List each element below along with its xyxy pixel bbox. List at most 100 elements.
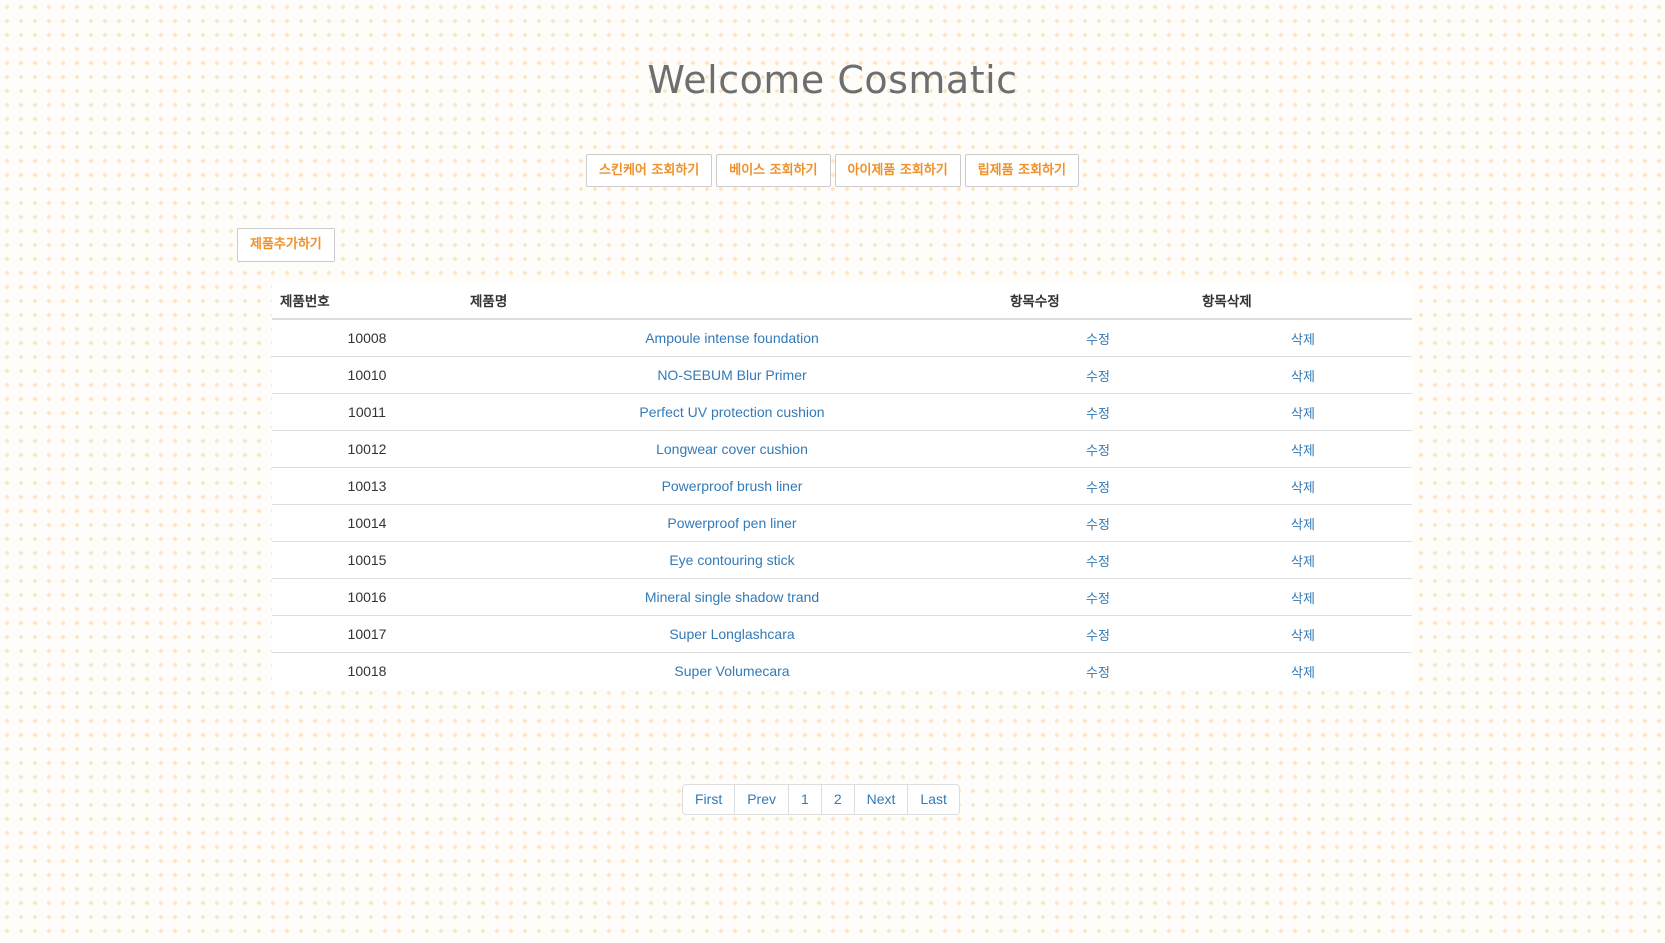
delete-cell: 삭제 <box>1194 541 1412 579</box>
pagination-page-2[interactable]: 2 <box>820 785 854 814</box>
edit-link[interactable]: 수정 <box>1086 407 1110 422</box>
product-name-cell: Perfect UV protection cushion <box>462 393 1002 431</box>
delete-link[interactable]: 삭제 <box>1291 481 1315 496</box>
delete-link[interactable]: 삭제 <box>1291 592 1315 607</box>
product-name-link[interactable]: Perfect UV protection cushion <box>639 404 824 420</box>
edit-link[interactable]: 수정 <box>1086 333 1110 348</box>
product-name-link[interactable]: Eye contouring stick <box>669 552 794 568</box>
table-row: 10015 Eye contouring stick 수정 삭제 <box>272 541 1412 579</box>
edit-link[interactable]: 수정 <box>1086 555 1110 570</box>
edit-cell: 수정 <box>1002 319 1194 357</box>
product-id-cell: 10017 <box>272 615 462 653</box>
table-header-row: 제품번호 제품명 항목수정 항목삭제 <box>272 282 1412 320</box>
table-row: 10008 Ampoule intense foundation 수정 삭제 <box>272 319 1412 357</box>
edit-cell: 수정 <box>1002 541 1194 579</box>
delete-link[interactable]: 삭제 <box>1291 370 1315 385</box>
product-id-cell: 10012 <box>272 430 462 468</box>
product-name-cell: NO-SEBUM Blur Primer <box>462 356 1002 394</box>
product-id-cell: 10014 <box>272 504 462 542</box>
table-row: 10012 Longwear cover cushion 수정 삭제 <box>272 430 1412 468</box>
table-row: 10013 Powerproof brush liner 수정 삭제 <box>272 467 1412 505</box>
product-id-cell: 10011 <box>272 393 462 431</box>
table-row: 10018 Super Volumecara 수정 삭제 <box>272 652 1412 689</box>
edit-link[interactable]: 수정 <box>1086 370 1110 385</box>
product-name-link[interactable]: Powerproof pen liner <box>667 515 796 531</box>
category-nav: 스킨케어 조회하기 베이스 조회하기 아이제품 조회하기 립제품 조회하기 <box>0 154 1665 187</box>
delete-link[interactable]: 삭제 <box>1291 518 1315 533</box>
pagination-prev[interactable]: Prev <box>734 785 788 814</box>
product-name-cell: Super Longlashcara <box>462 615 1002 653</box>
delete-cell: 삭제 <box>1194 430 1412 468</box>
delete-cell: 삭제 <box>1194 504 1412 542</box>
table-row: 10017 Super Longlashcara 수정 삭제 <box>272 615 1412 653</box>
delete-link[interactable]: 삭제 <box>1291 333 1315 348</box>
product-name-cell: Mineral single shadow trand <box>462 578 1002 616</box>
delete-link[interactable]: 삭제 <box>1291 555 1315 570</box>
pagination-page-1[interactable]: 1 <box>788 785 821 814</box>
table-row: 10011 Perfect UV protection cushion 수정 삭제 <box>272 393 1412 431</box>
edit-link[interactable]: 수정 <box>1086 629 1110 644</box>
edit-cell: 수정 <box>1002 393 1194 431</box>
edit-cell: 수정 <box>1002 615 1194 653</box>
product-name-link[interactable]: NO-SEBUM Blur Primer <box>657 367 806 383</box>
delete-link[interactable]: 삭제 <box>1291 444 1315 459</box>
skincare-view-button[interactable]: 스킨케어 조회하기 <box>586 154 713 187</box>
edit-link[interactable]: 수정 <box>1086 518 1110 533</box>
table-row: 10016 Mineral single shadow trand 수정 삭제 <box>272 578 1412 616</box>
edit-link[interactable]: 수정 <box>1086 666 1110 681</box>
column-header-delete: 항목삭제 <box>1194 282 1412 320</box>
table-body: 10008 Ampoule intense foundation 수정 삭제 10010… <box>272 319 1412 689</box>
product-id-cell: 10016 <box>272 578 462 616</box>
product-name-link[interactable]: Super Volumecara <box>674 663 789 679</box>
edit-cell: 수정 <box>1002 356 1194 394</box>
delete-link[interactable]: 삭제 <box>1291 666 1315 681</box>
pagination: First Prev 1 2 Next Last <box>682 784 960 815</box>
product-name-link[interactable]: Ampoule intense foundation <box>645 330 819 346</box>
add-product-button[interactable]: 제품추가하기 <box>237 228 335 262</box>
product-name-cell: Powerproof brush liner <box>462 467 1002 505</box>
product-name-cell: Super Volumecara <box>462 652 1002 689</box>
product-name-link[interactable]: Longwear cover cushion <box>656 441 808 457</box>
eye-products-view-button[interactable]: 아이제품 조회하기 <box>834 154 961 187</box>
pagination-first[interactable]: First <box>683 785 734 814</box>
delete-cell: 삭제 <box>1194 578 1412 616</box>
product-table-container: 제품번호 제품명 항목수정 항목삭제 10008 Ampoule intense … <box>272 282 1412 689</box>
edit-cell: 수정 <box>1002 467 1194 505</box>
product-name-link[interactable]: Powerproof brush liner <box>662 478 803 494</box>
product-name-cell: Eye contouring stick <box>462 541 1002 579</box>
product-name-link[interactable]: Mineral single shadow trand <box>645 589 819 605</box>
edit-cell: 수정 <box>1002 578 1194 616</box>
delete-cell: 삭제 <box>1194 615 1412 653</box>
delete-cell: 삭제 <box>1194 652 1412 689</box>
product-name-cell: Ampoule intense foundation <box>462 319 1002 357</box>
product-name-cell: Powerproof pen liner <box>462 504 1002 542</box>
product-id-cell: 10015 <box>272 541 462 579</box>
page-title: Welcome Cosmatic <box>647 58 1018 102</box>
delete-cell: 삭제 <box>1194 319 1412 357</box>
product-id-cell: 10018 <box>272 652 462 689</box>
column-header-product-name: 제품명 <box>462 282 1002 320</box>
edit-cell: 수정 <box>1002 430 1194 468</box>
edit-link[interactable]: 수정 <box>1086 444 1110 459</box>
edit-link[interactable]: 수정 <box>1086 481 1110 496</box>
pagination-next[interactable]: Next <box>853 785 908 814</box>
table-row: 10014 Powerproof pen liner 수정 삭제 <box>272 504 1412 542</box>
product-table: 제품번호 제품명 항목수정 항목삭제 10008 Ampoule intense … <box>272 282 1412 689</box>
column-header-product-id: 제품번호 <box>272 282 462 320</box>
product-id-cell: 10013 <box>272 467 462 505</box>
delete-link[interactable]: 삭제 <box>1291 407 1315 422</box>
delete-cell: 삭제 <box>1194 356 1412 394</box>
delete-cell: 삭제 <box>1194 467 1412 505</box>
lip-products-view-button[interactable]: 립제품 조회하기 <box>964 154 1079 187</box>
product-id-cell: 10008 <box>347 330 387 346</box>
delete-link[interactable]: 삭제 <box>1291 629 1315 644</box>
base-view-button[interactable]: 베이스 조회하기 <box>716 154 831 187</box>
edit-cell: 수정 <box>1002 504 1194 542</box>
pagination-last[interactable]: Last <box>907 785 958 814</box>
product-name-link[interactable]: Super Longlashcara <box>669 626 794 642</box>
column-header-edit: 항목수정 <box>1002 282 1194 320</box>
product-id-cell: 10010 <box>272 356 462 394</box>
product-name-cell: Longwear cover cushion <box>462 430 1002 468</box>
table-row: 10010 NO-SEBUM Blur Primer 수정 삭제 <box>272 356 1412 394</box>
edit-link[interactable]: 수정 <box>1086 592 1110 607</box>
